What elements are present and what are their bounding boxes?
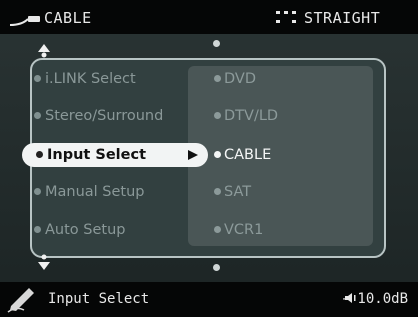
listening-mode: STRAIGHT: [304, 9, 381, 27]
option-label: DTV/LD: [224, 108, 279, 124]
option-dtv-ld[interactable]: DTV/LD: [214, 104, 278, 128]
bullet-icon: [214, 225, 221, 233]
pencil-icon: [7, 288, 34, 313]
bullet-icon: [214, 74, 221, 82]
bullet-icon: [36, 150, 43, 158]
menu-item-stereo-surround[interactable]: Stereo/Surround: [34, 104, 184, 128]
option-label: VCR1: [224, 222, 264, 238]
option-vcr1[interactable]: VCR1: [214, 218, 263, 242]
bullet-icon: [214, 111, 221, 119]
menu-item-label: i.LINK Select: [45, 71, 136, 87]
menu-item-label: Stereo/Surround: [45, 108, 164, 124]
scroll-up-icon[interactable]: [38, 44, 50, 58]
current-input: CABLE: [44, 9, 92, 27]
option-cable[interactable]: CABLE: [214, 143, 271, 167]
speaker-layout-icon: [276, 11, 296, 23]
option-label: CABLE: [224, 147, 272, 163]
option-sat[interactable]: SAT: [214, 180, 251, 204]
osd-screen: CABLE STRAIGHT i.LINK Select Stereo/Surr…: [0, 0, 418, 317]
menu-item-label: Input Select: [47, 147, 147, 163]
scroll-down-icon[interactable]: [38, 254, 50, 270]
arrow-right-icon: [188, 150, 198, 160]
option-label: DVD: [224, 71, 256, 87]
bullet-icon: [34, 111, 41, 119]
menu-item-manual-setup[interactable]: Manual Setup: [34, 180, 184, 204]
menu-item-label: Auto Setup: [45, 222, 126, 238]
menu-item-ilink-select[interactable]: i.LINK Select: [34, 67, 184, 91]
option-label: SAT: [224, 184, 252, 200]
speaker-icon: [345, 293, 356, 303]
bullet-icon: [214, 187, 221, 195]
bullet-icon: [34, 187, 41, 195]
page-indicator-top: [213, 40, 220, 47]
option-dvd[interactable]: DVD: [214, 67, 256, 91]
bullet-icon: [34, 74, 41, 82]
menu-item-auto-setup[interactable]: Auto Setup: [34, 218, 184, 242]
current-menu-name: Input Select: [48, 291, 150, 307]
bullet-icon: [214, 150, 221, 158]
bullet-icon: [34, 225, 41, 233]
page-indicator-bottom: [213, 264, 220, 271]
status-bar: CABLE STRAIGHT: [0, 0, 418, 34]
menu-item-label: Manual Setup: [45, 184, 145, 200]
cable-plug-icon: [9, 16, 40, 26]
menu-item-input-select[interactable]: Input Select: [22, 143, 208, 167]
